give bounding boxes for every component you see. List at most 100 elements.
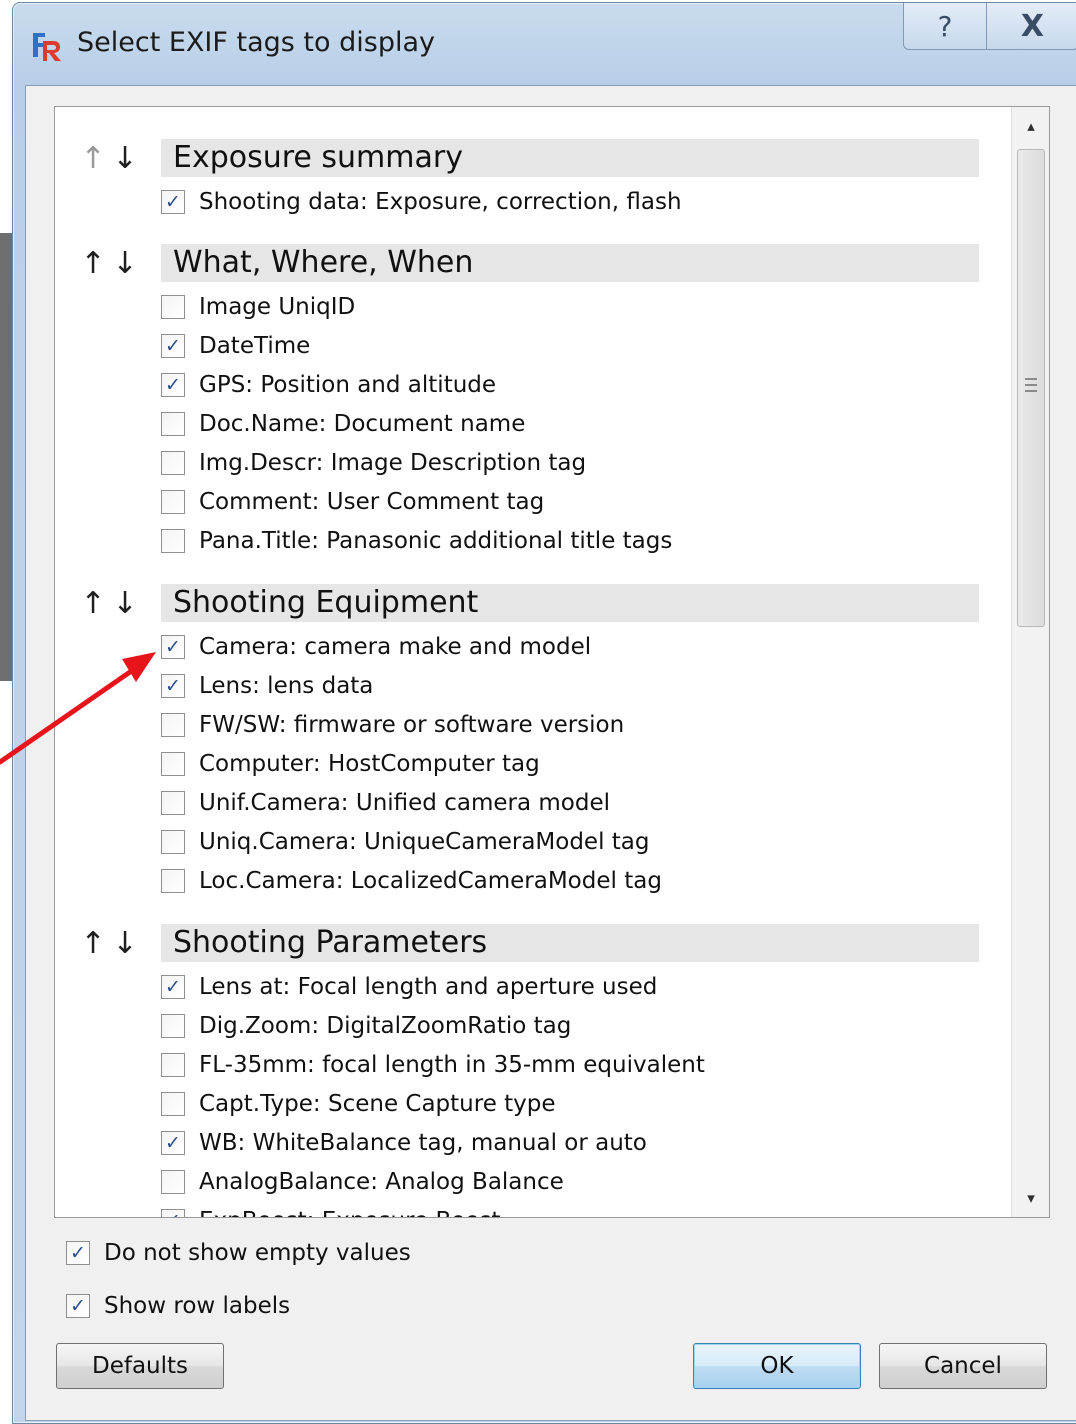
move-up-icon[interactable]: ↑ [77,926,109,961]
tag-item[interactable]: Dig.Zoom: DigitalZoomRatio tag [161,1009,571,1043]
exif-tag-list-content: ↑ ↓ Exposure summary ✓ Shooting data: Exposu… [55,107,1010,1217]
scroll-up-icon[interactable]: ▴ [1012,107,1049,145]
tag-checkbox[interactable] [161,529,185,553]
tag-checkbox[interactable] [161,1092,185,1116]
option-label: Do not show empty values [104,1240,411,1266]
tag-item[interactable]: Image UniqID [161,290,355,324]
tag-item[interactable]: FW/SW: firmware or software version [161,708,624,742]
tag-item[interactable]: Uniq.Camera: UniqueCameraModel tag [161,825,650,859]
tag-item[interactable]: ✓ Camera: camera make and model [161,630,591,664]
group-title: Exposure summary [173,140,463,175]
check-icon: ✓ [165,976,181,998]
tag-checkbox[interactable]: ✓ [161,373,185,397]
move-down-icon[interactable]: ↓ [109,586,141,621]
group-title: Shooting Equipment [173,585,479,620]
tag-checkbox[interactable]: ✓ [161,1209,185,1217]
check-icon: ✓ [165,1210,181,1217]
tag-label: Unif.Camera: Unified camera model [199,790,610,816]
scroll-down-icon[interactable]: ▾ [1012,1179,1049,1217]
move-down-icon[interactable]: ↓ [109,141,141,176]
tag-checkbox[interactable] [161,830,185,854]
check-icon: ✓ [165,335,181,357]
tag-item[interactable]: Capt.Type: Scene Capture type [161,1087,556,1121]
tag-checkbox[interactable]: ✓ [161,1131,185,1155]
check-icon: ✓ [165,191,181,213]
move-up-icon[interactable]: ↑ [77,141,109,176]
move-down-icon[interactable]: ↓ [109,926,141,961]
tag-checkbox[interactable]: ✓ [161,190,185,214]
tag-checkbox[interactable] [161,713,185,737]
tag-checkbox[interactable]: ✓ [161,975,185,999]
tag-checkbox[interactable]: ✓ [161,334,185,358]
tag-item[interactable]: ✓ WB: WhiteBalance tag, manual or auto [161,1126,647,1160]
tag-label: Capt.Type: Scene Capture type [199,1091,556,1117]
tag-label: Uniq.Camera: UniqueCameraModel tag [199,829,650,855]
grip-icon [1025,378,1037,392]
tag-item[interactable]: ✓ GPS: Position and altitude [161,368,496,402]
scrollbar-thumb[interactable] [1017,149,1045,627]
ok-button[interactable]: OK [693,1343,861,1389]
tag-checkbox[interactable] [161,869,185,893]
reorder-arrows: ↑ ↓ [77,244,161,282]
exif-tag-list[interactable]: ↑ ↓ Exposure summary ✓ Shooting data: Exposu… [54,106,1050,1218]
tag-item[interactable]: FL-35mm: focal length in 35-mm equivalen… [161,1048,705,1082]
tag-label: Dig.Zoom: DigitalZoomRatio tag [199,1013,572,1039]
window-title: Select EXIF tags to display [77,27,435,58]
checkbox-hide-empty[interactable]: ✓ [66,1241,90,1265]
checkbox-row-labels[interactable]: ✓ [66,1294,90,1318]
move-up-icon[interactable]: ↑ [77,586,109,621]
tag-label: DateTime [199,333,311,359]
tag-checkbox[interactable] [161,791,185,815]
tag-item[interactable]: ✓ DateTime [161,329,310,363]
tag-checkbox[interactable] [161,1170,185,1194]
tag-checkbox[interactable]: ✓ [161,674,185,698]
tag-checkbox[interactable] [161,412,185,436]
move-up-icon[interactable]: ↑ [77,246,109,281]
tag-item[interactable]: Doc.Name: Document name [161,407,525,441]
tag-label: WB: WhiteBalance tag, manual or auto [199,1130,647,1156]
tag-label: Pana.Title: Panasonic additional title t… [199,528,673,554]
help-button[interactable]: ? [904,3,987,49]
tag-checkbox[interactable] [161,451,185,475]
tag-item[interactable]: Computer: HostComputer tag [161,747,540,781]
tag-item[interactable]: Pana.Title: Panasonic additional title t… [161,524,672,558]
vertical-scrollbar[interactable]: ▴ ▾ [1011,107,1049,1217]
check-icon: ✓ [165,1132,181,1154]
tag-checkbox[interactable] [161,752,185,776]
move-down-icon[interactable]: ↓ [109,246,141,281]
defaults-button[interactable]: Defaults [56,1343,224,1389]
option-row-labels[interactable]: ✓ Show row labels [66,1289,290,1323]
tag-checkbox[interactable] [161,295,185,319]
help-icon: ? [937,9,953,43]
close-button[interactable]: X [987,3,1076,49]
tag-item[interactable]: ✓ ExpBoost: Exposure Boost [161,1204,500,1217]
tag-item[interactable]: Comment: User Comment tag [161,485,544,519]
tag-checkbox[interactable]: ✓ [161,635,185,659]
tag-item[interactable]: Img.Descr: Image Description tag [161,446,586,480]
title-bar[interactable]: Select EXIF tags to display ? X [13,3,1076,85]
tag-label: Loc.Camera: LocalizedCameraModel tag [199,868,662,894]
tag-checkbox[interactable] [161,1014,185,1038]
tag-label: FL-35mm: focal length in 35-mm equivalen… [199,1052,705,1078]
tag-item[interactable]: ✓ Lens: lens data [161,669,373,703]
check-icon: ✓ [70,1295,86,1317]
tag-label: Comment: User Comment tag [199,489,545,515]
app-logo-icon [33,33,61,61]
group-title: What, Where, When [173,245,474,280]
tag-item[interactable]: Unif.Camera: Unified camera model [161,786,610,820]
option-hide-empty[interactable]: ✓ Do not show empty values [66,1236,411,1270]
tag-label: Shooting data: Exposure, correction, fla… [199,189,682,215]
tag-label: GPS: Position and altitude [199,372,497,398]
tag-checkbox[interactable] [161,490,185,514]
tag-item[interactable]: ✓ Lens at: Focal length and aperture used [161,970,657,1004]
option-label: Show row labels [104,1293,291,1319]
tag-label: Computer: HostComputer tag [199,751,540,777]
tag-checkbox[interactable] [161,1053,185,1077]
group-header: ↑ ↓ Shooting Parameters [77,924,979,962]
reorder-arrows: ↑ ↓ [77,139,161,177]
tag-item[interactable]: Loc.Camera: LocalizedCameraModel tag [161,864,662,898]
tag-item[interactable]: ✓ Shooting data: Exposure, correction, fl… [161,185,682,219]
tag-item[interactable]: AnalogBalance: Analog Balance [161,1165,564,1199]
tag-label: Lens at: Focal length and aperture used [199,974,658,1000]
cancel-button[interactable]: Cancel [879,1343,1047,1389]
